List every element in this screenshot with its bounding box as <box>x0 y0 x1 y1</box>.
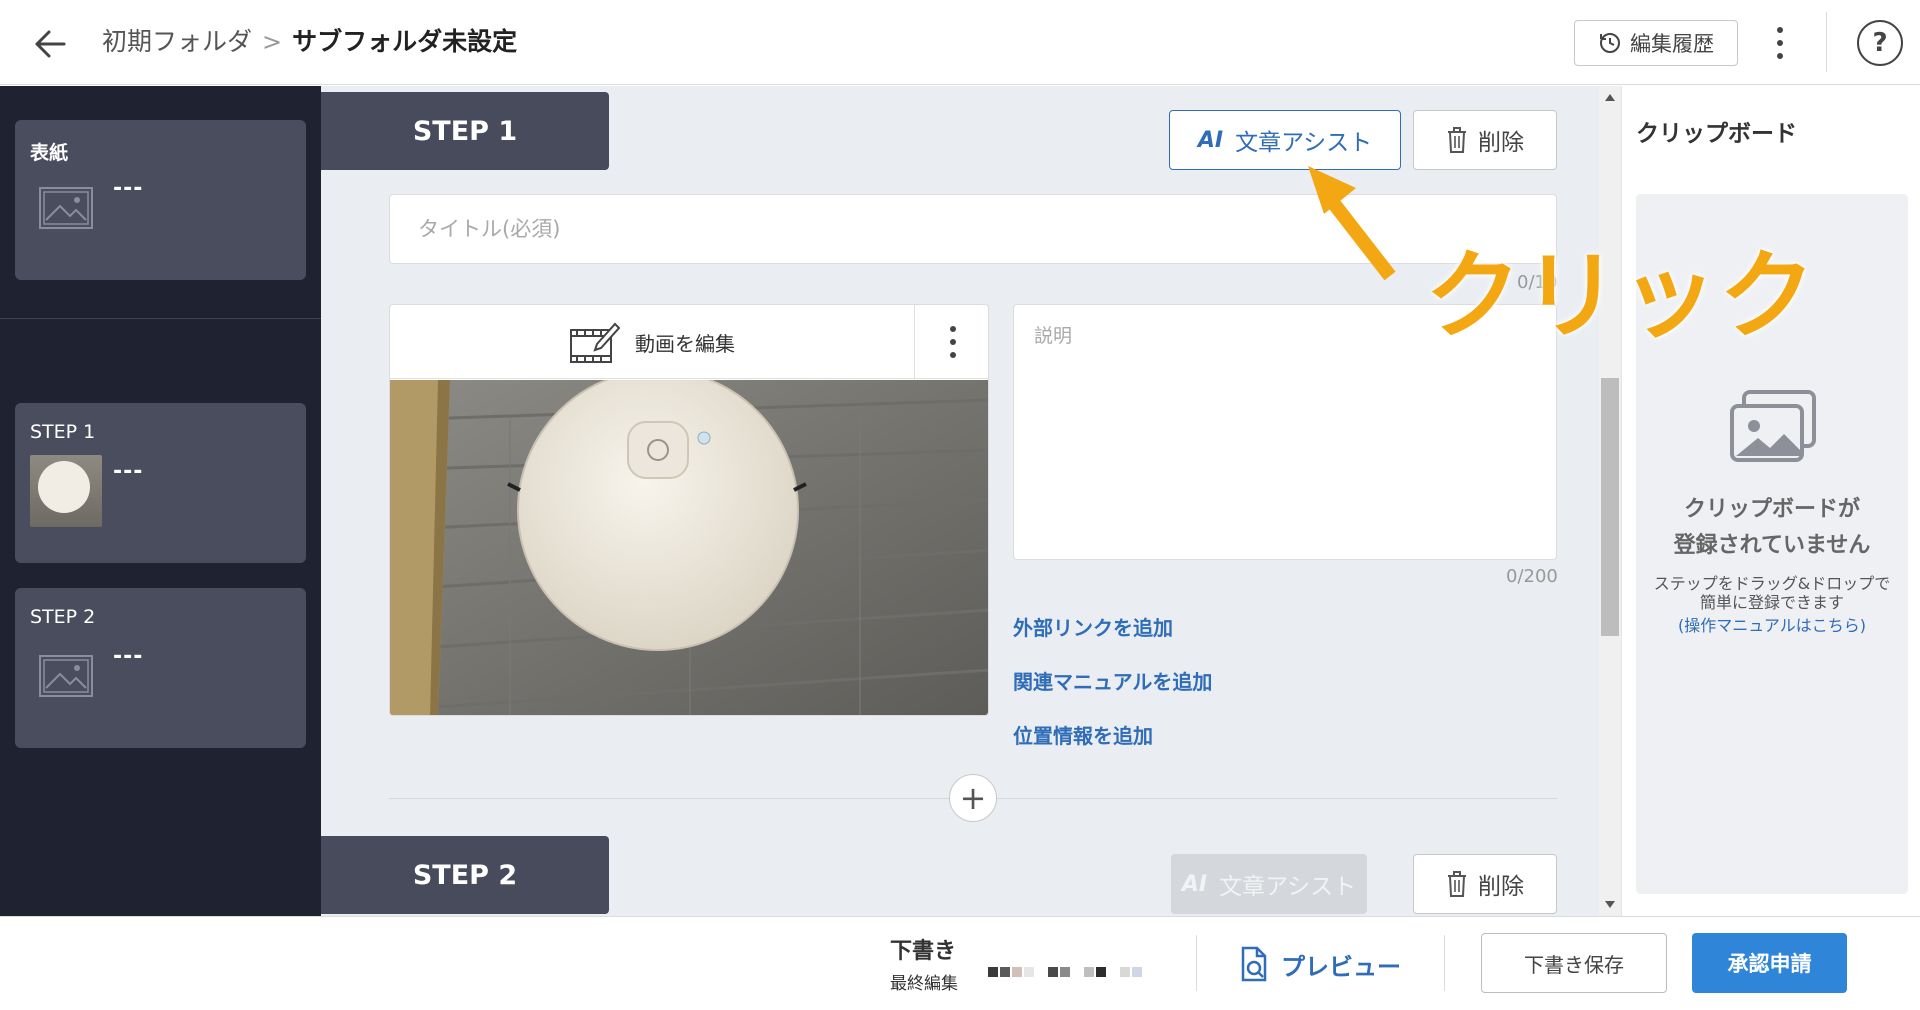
trash-icon <box>1448 127 1466 153</box>
cover-title: --- <box>113 176 144 201</box>
add-location-link[interactable]: 位置情報を追加 <box>1013 720 1153 749</box>
delete-step-2-button[interactable]: 削除 <box>1413 854 1557 914</box>
back-button[interactable] <box>28 22 72 66</box>
ai-icon: AI <box>1197 127 1224 153</box>
preview-document-icon <box>1241 946 1267 982</box>
clipboard-panel: クリップボード クリップボードが 登録されていません ステップをドラッグ&ドロッ… <box>1621 86 1920 916</box>
sidebar-item-step-2[interactable]: STEP 2 --- <box>15 588 306 748</box>
help-button[interactable]: ? <box>1857 20 1903 66</box>
clipboard-empty-line-1: クリップボードが <box>1683 497 1860 522</box>
image-placeholder-icon <box>39 655 93 697</box>
history-icon <box>1600 33 1620 53</box>
arrow-left-icon <box>35 30 66 58</box>
click-annotation: クリック <box>1425 240 1817 352</box>
cover-label: 表紙 <box>30 142 69 164</box>
video-toolbar: 動画を編集 <box>390 305 988 379</box>
step-2-label: STEP 2 <box>30 606 96 628</box>
film-edit-icon <box>570 322 621 363</box>
video-more-button[interactable] <box>914 305 988 379</box>
delete-label: 削除 <box>1478 874 1524 900</box>
scroll-down-icon[interactable] <box>1605 901 1615 908</box>
scroll-thumb[interactable] <box>1601 378 1619 636</box>
preview-label: プレビュー <box>1281 952 1401 981</box>
image-placeholder-icon <box>39 187 93 229</box>
ai-assist-label: 文章アシスト <box>1219 874 1357 900</box>
step-sidebar: 表紙 --- STEP 1 --- STEP 2 --- <box>0 86 321 916</box>
delete-label: 削除 <box>1478 130 1524 156</box>
clipboard-hint-line-2: 簡単に登録できます <box>1699 593 1844 612</box>
sidebar-cover-card[interactable]: 表紙 --- <box>15 120 306 280</box>
sidebar-divider <box>0 318 321 319</box>
edit-video-label: 動画を編集 <box>635 331 735 356</box>
breadcrumb-current[interactable]: サブフォルダ未設定 <box>292 24 517 60</box>
step-1-label: STEP 1 <box>30 421 96 443</box>
app-header: 初期フォルダ > サブフォルダ未設定 編集履歴 ? <box>0 0 1920 85</box>
clipboard-hint-line-1: ステップをドラッグ&ドロップで <box>1653 574 1891 593</box>
step-1-header: STEP 1 <box>321 92 609 170</box>
clipboard-title: クリップボード <box>1636 121 1797 147</box>
add-step-button[interactable]: + <box>949 774 997 822</box>
draft-status: 下書き <box>890 939 957 964</box>
video-panel: 動画を編集 <box>389 304 989 716</box>
save-draft-button[interactable]: 下書き保存 <box>1481 933 1667 993</box>
trash-icon <box>1448 871 1466 897</box>
video-preview[interactable] <box>390 380 989 716</box>
step-1-title: --- <box>113 459 144 484</box>
breadcrumb-parent[interactable]: 初期フォルダ <box>102 24 252 60</box>
clipboard-empty-message: クリップボードが 登録されていません <box>1636 492 1908 564</box>
footer-divider <box>1444 935 1445 991</box>
more-menu-button[interactable] <box>1766 18 1794 68</box>
description-char-counter: 0/200 <box>1506 566 1558 587</box>
images-icon <box>1730 390 1816 462</box>
header-divider <box>1826 12 1827 72</box>
footer-divider <box>1196 935 1197 991</box>
step-2-header: STEP 2 <box>321 836 609 914</box>
plus-icon: + <box>959 779 987 817</box>
sidebar-item-step-1[interactable]: STEP 1 --- <box>15 403 306 563</box>
ai-assist-button-step-2[interactable]: AI 文章アシスト <box>1171 854 1367 914</box>
footer-bar: 下書き 最終編集 プレビュー 下書き保存 承認申請 <box>0 916 1920 1010</box>
last-edited-redacted <box>988 967 1142 977</box>
add-related-manual-link[interactable]: 関連マニュアルを追加 <box>1013 666 1212 695</box>
annotation-arrow-icon <box>1308 166 1396 281</box>
clipboard-empty-line-2: 登録されていません <box>1673 533 1871 558</box>
step-2-title: --- <box>113 644 144 669</box>
edit-history-label: 編集履歴 <box>1630 32 1714 56</box>
breadcrumb: 初期フォルダ > サブフォルダ未設定 <box>102 24 517 60</box>
edit-video-button[interactable]: 動画を編集 <box>390 305 914 379</box>
preview-button[interactable]: プレビュー <box>1236 935 1404 993</box>
scroll-up-icon[interactable] <box>1605 94 1615 101</box>
help-icon: ? <box>1872 28 1888 58</box>
delete-step-button[interactable]: 削除 <box>1413 110 1557 170</box>
editor-scrollbar[interactable] <box>1599 86 1621 916</box>
clipboard-hint: ステップをドラッグ&ドロップで 簡単に登録できます <box>1636 574 1908 612</box>
ai-icon: AI <box>1181 871 1208 897</box>
operation-manual-link[interactable]: (操作マニュアルはこちら) <box>1636 612 1908 636</box>
step-1-thumbnail <box>30 455 102 527</box>
last-edited-label: 最終編集 <box>890 974 958 994</box>
add-external-link[interactable]: 外部リンクを追加 <box>1013 612 1173 641</box>
edit-history-button[interactable]: 編集履歴 <box>1574 20 1738 66</box>
breadcrumb-separator: > <box>262 28 283 56</box>
submit-approval-button[interactable]: 承認申請 <box>1692 933 1847 993</box>
